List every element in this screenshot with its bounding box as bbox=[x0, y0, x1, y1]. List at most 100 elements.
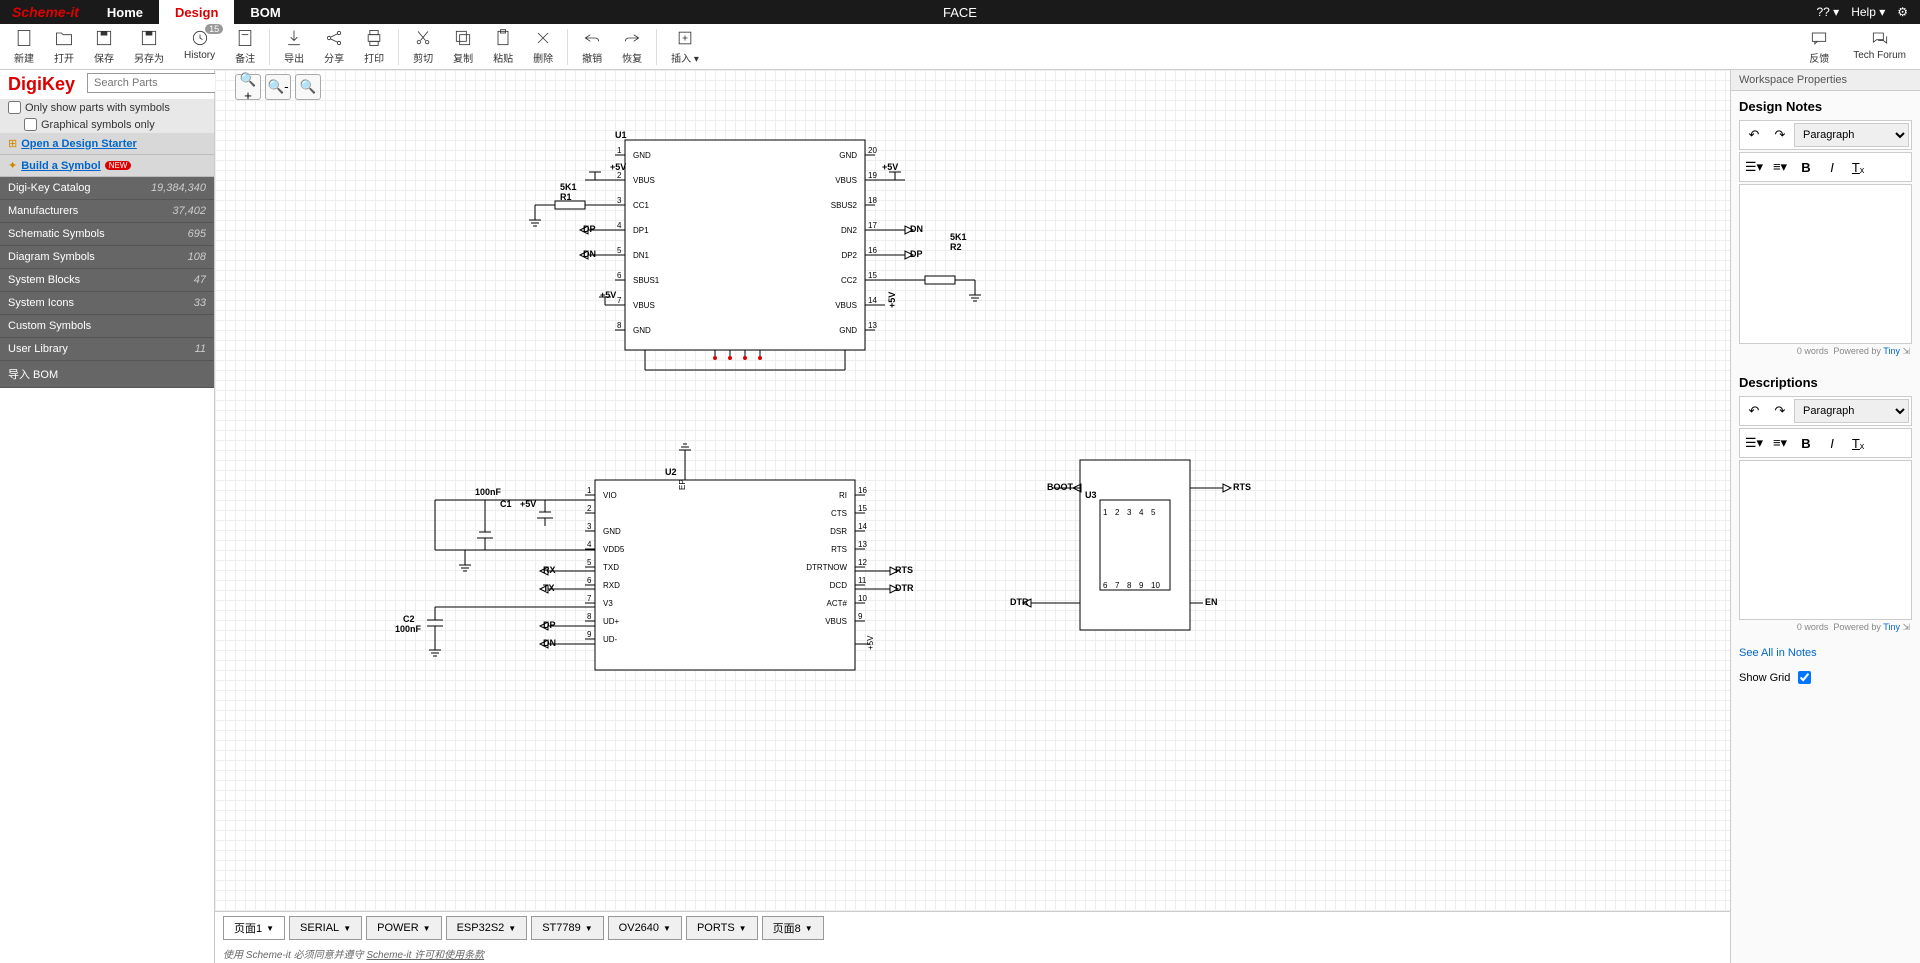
bullet-list-icon-2[interactable]: ☰▾ bbox=[1742, 431, 1766, 455]
svg-text:GND: GND bbox=[603, 527, 621, 536]
catalog-item-4[interactable]: System Blocks47 bbox=[0, 269, 214, 292]
svg-text:9: 9 bbox=[587, 630, 592, 639]
undo-icon-2[interactable]: ↶ bbox=[1742, 399, 1766, 423]
catalog-item-3[interactable]: Diagram Symbols108 bbox=[0, 246, 214, 269]
descriptions-editor[interactable] bbox=[1739, 460, 1912, 620]
page-tab-页面1[interactable]: 页面1 ▼ bbox=[223, 916, 285, 940]
svg-text:3: 3 bbox=[1127, 508, 1132, 517]
italic-button-2[interactable]: I bbox=[1820, 431, 1844, 455]
undo-icon[interactable]: ↶ bbox=[1742, 123, 1766, 147]
lang-select[interactable]: ?? ▾ bbox=[1816, 5, 1839, 19]
paragraph-select-2[interactable]: Paragraph bbox=[1794, 399, 1909, 423]
schematic-u3[interactable]: U3 BOOT DTR RTS EN 12345 678910 bbox=[1005, 430, 1265, 650]
schematic-u1[interactable]: U1 GND1VBUS2CC13DP14DN15SBUS16VBUS7GND8 … bbox=[505, 120, 1005, 400]
svg-text:14: 14 bbox=[868, 296, 877, 305]
number-list-icon-2[interactable]: ≡▾ bbox=[1768, 431, 1792, 455]
svg-text:5: 5 bbox=[587, 558, 592, 567]
svg-text:CTS: CTS bbox=[831, 509, 847, 518]
notes-button[interactable]: 备注 bbox=[229, 26, 261, 67]
svg-text:17: 17 bbox=[868, 221, 877, 230]
svg-text:DP2: DP2 bbox=[841, 251, 857, 260]
svg-text:10: 10 bbox=[1151, 581, 1160, 590]
svg-text:EP: EP bbox=[678, 479, 687, 490]
filter-graphical-only[interactable]: Graphical symbols only bbox=[0, 116, 214, 133]
delete-button[interactable]: 删除 bbox=[527, 26, 559, 67]
svg-text:9: 9 bbox=[858, 612, 863, 621]
link-design-starter[interactable]: ⊞Open a Design Starter bbox=[0, 133, 214, 155]
paste-button[interactable]: 粘贴 bbox=[487, 26, 519, 67]
zoom-out-button[interactable]: 🔍- bbox=[265, 74, 291, 100]
undo-button[interactable]: 撤销 bbox=[576, 26, 608, 67]
redo-icon[interactable]: ↷ bbox=[1768, 123, 1792, 147]
bottom-bar: 页面1 ▼SERIAL ▼POWER ▼ESP32S2 ▼ST7789 ▼OV2… bbox=[215, 911, 1730, 963]
italic-button[interactable]: I bbox=[1820, 155, 1844, 179]
catalog-item-2[interactable]: Schematic Symbols695 bbox=[0, 223, 214, 246]
svg-text:RTS: RTS bbox=[895, 565, 913, 575]
copy-button[interactable]: 复制 bbox=[447, 26, 479, 67]
feedback-button[interactable]: 反馈 bbox=[1803, 26, 1835, 67]
svg-text:18: 18 bbox=[868, 196, 877, 205]
catalog-item-1[interactable]: Manufacturers37,402 bbox=[0, 200, 214, 223]
save-button[interactable]: 保存 bbox=[88, 26, 120, 67]
share-button[interactable]: 分享 bbox=[318, 26, 350, 67]
redo-button[interactable]: 恢复 bbox=[616, 26, 648, 67]
page-tab-PORTS[interactable]: PORTS ▼ bbox=[686, 916, 758, 940]
catalog-item-5[interactable]: System Icons33 bbox=[0, 292, 214, 315]
tiny-link-2[interactable]: Tiny bbox=[1883, 622, 1900, 632]
tab-design[interactable]: Design bbox=[159, 0, 234, 24]
tiny-link[interactable]: Tiny bbox=[1883, 346, 1900, 356]
page-tab-SERIAL[interactable]: SERIAL ▼ bbox=[289, 916, 362, 940]
paragraph-select[interactable]: Paragraph bbox=[1794, 123, 1909, 147]
number-list-icon[interactable]: ≡▾ bbox=[1768, 155, 1792, 179]
history-button[interactable]: 15History bbox=[178, 26, 221, 67]
logo: Scheme-it bbox=[0, 4, 91, 20]
help-menu[interactable]: Help ▾ bbox=[1851, 5, 1885, 19]
catalog-item-0[interactable]: Digi-Key Catalog19,384,340 bbox=[0, 177, 214, 200]
clear-format-button-2[interactable]: Tₓ bbox=[1846, 431, 1870, 455]
svg-text:8: 8 bbox=[617, 321, 622, 330]
see-all-notes[interactable]: See All in Notes bbox=[1731, 643, 1920, 663]
svg-text:5: 5 bbox=[1151, 508, 1156, 517]
forum-button[interactable]: Tech Forum bbox=[1847, 26, 1912, 67]
canvas[interactable]: U1 GND1VBUS2CC13DP14DN15SBUS16VBUS7GND8 … bbox=[215, 70, 1730, 963]
page-tab-POWER[interactable]: POWER ▼ bbox=[366, 916, 441, 940]
clear-format-button[interactable]: Tₓ bbox=[1846, 155, 1870, 179]
toolbar: 新建 打开 保存 另存为 15History 备注 导出 分享 打印 剪切 复制… bbox=[0, 24, 1920, 70]
svg-text:5K1: 5K1 bbox=[950, 232, 967, 242]
tab-home[interactable]: Home bbox=[91, 0, 159, 24]
catalog-item-8[interactable]: 导入 BOM bbox=[0, 361, 214, 388]
open-button[interactable]: 打开 bbox=[48, 26, 80, 67]
schematic-u2[interactable]: U2 EP VIO12GND3VDD54TXD5RXD6V37UD+8UD-9R… bbox=[395, 440, 915, 700]
svg-text:+5V: +5V bbox=[600, 290, 616, 300]
saveas-button[interactable]: 另存为 bbox=[128, 26, 170, 67]
zoom-in-button[interactable]: 🔍+ bbox=[235, 74, 261, 100]
filter-only-symbols[interactable]: Only show parts with symbols bbox=[0, 99, 214, 116]
catalog-item-7[interactable]: User Library11 bbox=[0, 338, 214, 361]
zoom-fit-button[interactable]: 🔍 bbox=[295, 74, 321, 100]
svg-text:EN: EN bbox=[1205, 597, 1218, 607]
design-notes-editor[interactable] bbox=[1739, 184, 1912, 344]
page-tab-页面8[interactable]: 页面8 ▼ bbox=[762, 916, 824, 940]
cut-button[interactable]: 剪切 bbox=[407, 26, 439, 67]
page-tab-OV2640[interactable]: OV2640 ▼ bbox=[608, 916, 682, 940]
export-button[interactable]: 导出 bbox=[278, 26, 310, 67]
settings-icon[interactable]: ⚙ bbox=[1897, 5, 1908, 19]
svg-text:VBUS: VBUS bbox=[835, 176, 857, 185]
new-button[interactable]: 新建 bbox=[8, 26, 40, 67]
terms-link[interactable]: Scheme-it 许可和使用条款 bbox=[366, 950, 484, 961]
catalog-item-6[interactable]: Custom Symbols bbox=[0, 315, 214, 338]
bullet-list-icon[interactable]: ☰▾ bbox=[1742, 155, 1766, 179]
page-tab-ST7789[interactable]: ST7789 ▼ bbox=[531, 916, 603, 940]
redo-icon-2[interactable]: ↷ bbox=[1768, 399, 1792, 423]
bold-button-2[interactable]: B bbox=[1794, 431, 1818, 455]
bold-button[interactable]: B bbox=[1794, 155, 1818, 179]
svg-text:6: 6 bbox=[587, 576, 592, 585]
show-grid-checkbox[interactable] bbox=[1798, 671, 1811, 684]
svg-text:VDD5: VDD5 bbox=[603, 545, 625, 554]
print-button[interactable]: 打印 bbox=[358, 26, 390, 67]
tab-bom[interactable]: BOM bbox=[234, 0, 296, 24]
page-tab-ESP32S2[interactable]: ESP32S2 ▼ bbox=[446, 916, 528, 940]
link-build-symbol[interactable]: ✦Build a SymbolNEW bbox=[0, 155, 214, 177]
svg-text:15: 15 bbox=[868, 271, 877, 280]
insert-button[interactable]: 插入 ▾ bbox=[665, 26, 705, 67]
